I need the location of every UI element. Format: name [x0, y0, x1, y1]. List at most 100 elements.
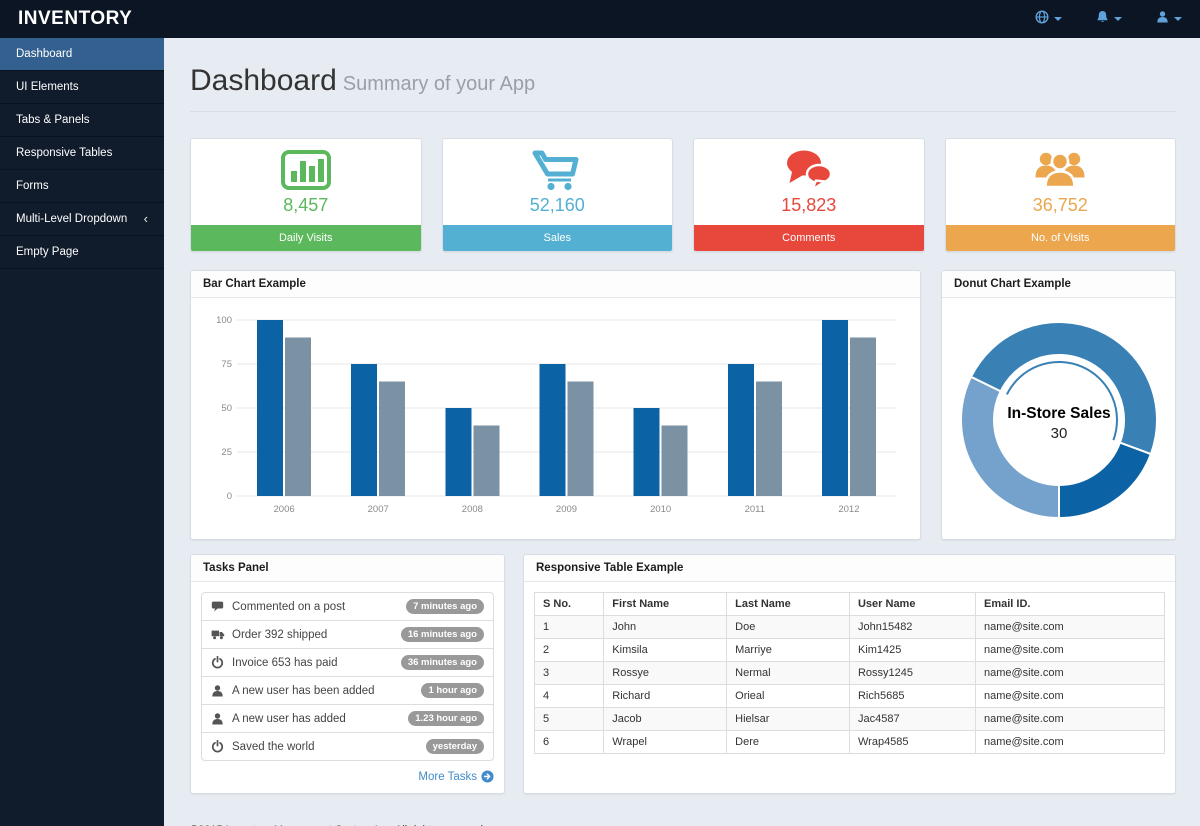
table-row: 5 Jacob Hielsar Jac4587 name@site.com: [533, 707, 1166, 731]
bar-2012-series-a[interactable]: [821, 320, 848, 496]
sidebar-item-forms[interactable]: Forms: [0, 170, 164, 203]
users-table: S No. First Name Last Name User Name Email I…: [533, 592, 1166, 754]
notifications-dropdown[interactable]: [1096, 10, 1122, 29]
table-header-cell: First Name: [603, 592, 728, 616]
cart-icon: [443, 148, 673, 192]
power-icon: [211, 740, 226, 753]
table-cell: Rich5685: [848, 684, 976, 708]
x-tick-label: 2006: [274, 504, 295, 515]
bar-2007-series-a[interactable]: [351, 364, 378, 496]
table-row: 2 Kimsila Marriye Kim1425 name@site.com: [533, 638, 1166, 662]
task-text: A new user has been added: [232, 684, 375, 697]
sidebar-item-empty-page[interactable]: Empty Page: [0, 236, 164, 269]
globe-dropdown[interactable]: [1035, 9, 1062, 29]
stat-label[interactable]: Daily Visits: [191, 225, 421, 251]
charts-row: Bar Chart Example 0 25 50 75 100 2006 2007 2008…: [190, 270, 1176, 540]
bar-2008-series-b[interactable]: [473, 425, 500, 496]
y-tick-label: 25: [221, 447, 232, 458]
bar-2010-series-b[interactable]: [661, 425, 688, 496]
stat-value: 36,752: [1032, 195, 1088, 215]
table-cell: John15482: [848, 615, 976, 639]
stat-label[interactable]: Comments: [694, 225, 924, 251]
stats-row: 8,457 Daily Visits 52,160 Sales 15,823 Commen…: [190, 138, 1176, 252]
x-tick-label: 2011: [745, 504, 765, 515]
bar-2011-series-a[interactable]: [727, 364, 754, 496]
user-icon: [211, 684, 226, 698]
page-title: Dashboard: [190, 64, 337, 97]
bar-2009-series-b[interactable]: [567, 381, 594, 496]
stat-card-daily-visits: 8,457 Daily Visits: [190, 138, 422, 252]
task-item[interactable]: Invoice 653 has paid 36 minutes ago: [202, 648, 493, 676]
table-header-cell: S No.: [533, 592, 605, 616]
bar-2009-series-a[interactable]: [539, 364, 566, 496]
donut-segment-download-sales[interactable]: [1057, 440, 1152, 519]
sidebar-item-dashboard[interactable]: Dashboard: [0, 38, 164, 71]
tasks-panel-title: Tasks Panel: [191, 555, 504, 582]
bar-2012-series-b[interactable]: [849, 337, 876, 496]
sidebar-item-ui-elements[interactable]: UI Elements: [0, 71, 164, 104]
task-item[interactable]: A new user has been added 1 hour ago: [202, 676, 493, 704]
donut-center-value: 30: [1050, 425, 1067, 442]
donut-chart: In-Store Sales 30: [959, 320, 1158, 519]
task-list: Commented on a post 7 minutes ago Order 39…: [201, 592, 494, 761]
table-row: 6 Wrapel Dere Wrap4585 name@site.com: [533, 730, 1166, 754]
stat-label[interactable]: No. of Visits: [945, 225, 1175, 251]
power-icon: [211, 656, 226, 669]
task-item[interactable]: Order 392 shipped 16 minutes ago: [202, 620, 493, 648]
bar-2010-series-a[interactable]: [633, 408, 660, 496]
table-panel: Responsive Table Example S No. First Name…: [523, 554, 1176, 794]
table-cell: name@site.com: [974, 730, 1166, 754]
bar-2007-series-b[interactable]: [379, 381, 406, 496]
table-cell: Nermal: [726, 661, 850, 685]
task-item[interactable]: Commented on a post 7 minutes ago: [202, 593, 493, 620]
donut-chart-panel-title: Donut Chart Example: [942, 271, 1175, 298]
table-cell: Jacob: [603, 707, 728, 731]
table-cell: Richard: [603, 684, 728, 708]
sidebar-item-multi-level-dropdown[interactable]: Multi-Level Dropdown ‹: [0, 203, 164, 236]
table-cell: 2: [533, 638, 605, 662]
arrow-circle-right-icon: [481, 770, 494, 783]
task-time-badge: 1 hour ago: [421, 683, 484, 698]
more-tasks-link[interactable]: More Tasks: [201, 770, 494, 783]
sidebar-item-responsive-tables[interactable]: Responsive Tables: [0, 137, 164, 170]
y-tick-label: 75: [221, 359, 232, 370]
user-icon: [1156, 10, 1169, 29]
caret-down-icon: [1114, 17, 1122, 21]
app-brand[interactable]: INVENTORY: [0, 8, 132, 30]
bar-2006-series-b[interactable]: [285, 337, 312, 496]
more-tasks-label: More Tasks: [418, 770, 477, 783]
task-text: Saved the world: [232, 740, 315, 753]
x-tick-label: 2009: [556, 504, 577, 515]
sidebar-item-label: Forms: [16, 180, 49, 192]
task-time-badge: yesterday: [425, 739, 484, 754]
comment-icon: [211, 600, 226, 613]
users-icon: [946, 148, 1176, 192]
table-row: 1 John Doe John15482 name@site.com: [533, 615, 1166, 639]
table-cell: Orieal: [726, 684, 850, 708]
bar-2008-series-a[interactable]: [445, 408, 472, 496]
stat-label[interactable]: Sales: [442, 225, 672, 251]
chevron-left-icon: ‹: [143, 211, 148, 226]
table-header-row: S No. First Name Last Name User Name Email I…: [533, 592, 1166, 616]
task-item[interactable]: A new user has added 1.23 hour ago: [202, 704, 493, 732]
bar-2006-series-a[interactable]: [257, 320, 284, 496]
bar-chart: 0 25 50 75 100 2006 2007 2008 2009 2010 2011 2012: [216, 315, 896, 515]
donut-segment-mail-order-sales[interactable]: [959, 375, 1060, 519]
tasks-panel: Tasks Panel Commented on a post 7 minutes…: [190, 554, 505, 794]
sidebar-item-tabs-panels[interactable]: Tabs & Panels: [0, 104, 164, 137]
task-item[interactable]: Saved the world yesterday: [202, 732, 493, 760]
top-navbar: INVENTORY: [0, 0, 1200, 38]
bar-2011-series-b[interactable]: [755, 381, 782, 496]
table-header-cell: Email ID.: [974, 592, 1166, 616]
sidebar-item-label: Responsive Tables: [16, 147, 113, 159]
table-cell: name@site.com: [974, 661, 1166, 685]
table-header-cell: Last Name: [726, 592, 850, 616]
task-time-badge: 7 minutes ago: [406, 599, 484, 614]
topbar-icon-menus: [1035, 9, 1200, 29]
bar-chart-icon: [191, 148, 421, 192]
bar-chart-panel: Bar Chart Example 0 25 50 75 100 2006 2007 2008…: [190, 270, 921, 540]
table-cell: Kimsila: [603, 638, 728, 662]
table-cell: Kim1425: [848, 638, 976, 662]
y-tick-label: 50: [221, 403, 232, 414]
user-dropdown[interactable]: [1156, 10, 1182, 29]
